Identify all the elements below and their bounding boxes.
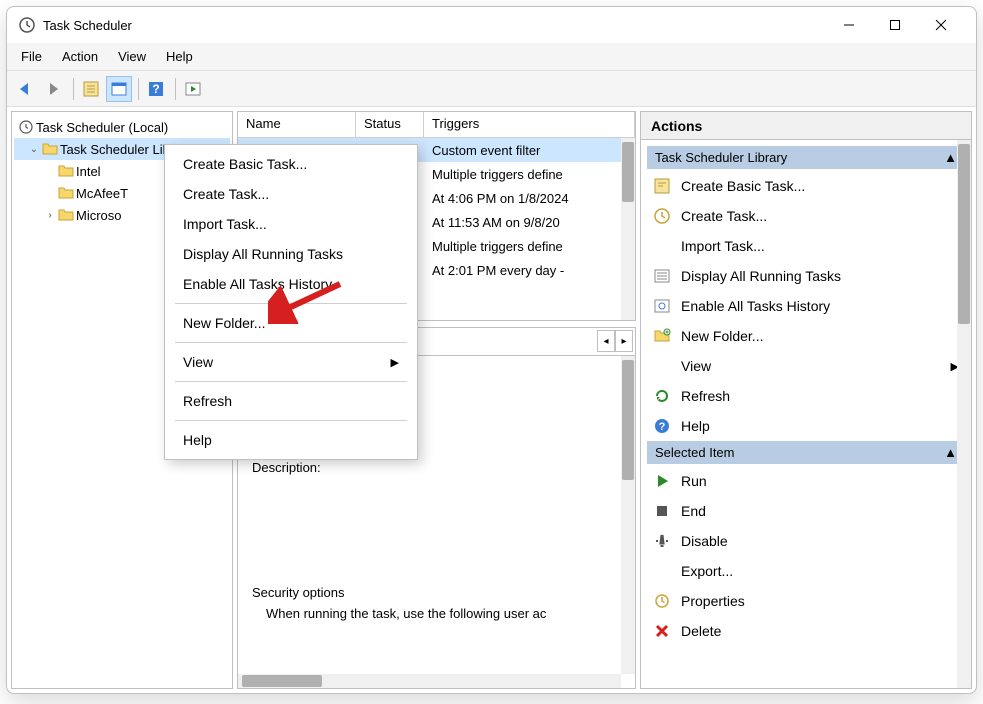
detail-scrollbar-h[interactable] bbox=[238, 674, 621, 688]
menu-help[interactable]: Help bbox=[156, 45, 203, 68]
refresh-icon bbox=[653, 387, 671, 405]
separator bbox=[175, 420, 407, 421]
blank-icon bbox=[653, 562, 671, 580]
ctx-display-all-running-tasks[interactable]: Display All Running Tasks bbox=[165, 239, 417, 269]
action-enable-all-tasks-history[interactable]: Enable All Tasks History bbox=[647, 291, 965, 321]
action-end[interactable]: End bbox=[647, 496, 965, 526]
action-create-basic-task-[interactable]: Create Basic Task... bbox=[647, 171, 965, 201]
svg-text:?: ? bbox=[659, 421, 666, 433]
folder-icon bbox=[58, 163, 74, 179]
disable-icon bbox=[653, 532, 671, 550]
toolbar-calendar-button[interactable] bbox=[106, 76, 132, 102]
tab-scroll-left[interactable]: ◂ bbox=[597, 330, 615, 352]
toolbar-run-button[interactable] bbox=[180, 76, 206, 102]
ctx-help[interactable]: Help bbox=[165, 425, 417, 455]
action-refresh[interactable]: Refresh bbox=[647, 381, 965, 411]
tree-root[interactable]: Task Scheduler (Local) bbox=[14, 116, 230, 138]
ctx-import-task-[interactable]: Import Task... bbox=[165, 209, 417, 239]
tree-child-label: Microso bbox=[76, 208, 122, 223]
run-icon bbox=[653, 472, 671, 490]
action-delete[interactable]: Delete bbox=[647, 616, 965, 646]
context-menu: Create Basic Task...Create Task...Import… bbox=[164, 144, 418, 460]
action-create-task-[interactable]: Create Task... bbox=[647, 201, 965, 231]
ctx-enable-all-tasks-history[interactable]: Enable All Tasks History bbox=[165, 269, 417, 299]
action-new-folder-[interactable]: New Folder... bbox=[647, 321, 965, 351]
titlebar: Task Scheduler bbox=[7, 7, 976, 43]
collapse-icon: ▲ bbox=[944, 445, 957, 460]
ctx-refresh[interactable]: Refresh bbox=[165, 386, 417, 416]
tree-child-label: Intel bbox=[76, 164, 101, 179]
window: Task Scheduler File Action View Help ? T… bbox=[6, 6, 977, 694]
maximize-button[interactable] bbox=[872, 9, 918, 41]
separator bbox=[175, 303, 407, 304]
menu-view[interactable]: View bbox=[108, 45, 156, 68]
collapse-icon: ▲ bbox=[944, 150, 957, 165]
history-icon bbox=[653, 297, 671, 315]
detail-desc-label: Description: bbox=[252, 460, 621, 475]
actions-pane: Actions Task Scheduler Library ▲ Create … bbox=[640, 111, 972, 689]
action-run[interactable]: Run bbox=[647, 466, 965, 496]
task-scheduler-icon bbox=[19, 17, 35, 33]
ctx-create-basic-task-[interactable]: Create Basic Task... bbox=[165, 149, 417, 179]
minimize-button[interactable] bbox=[826, 9, 872, 41]
action-group-library[interactable]: Task Scheduler Library ▲ bbox=[647, 146, 965, 169]
action-help[interactable]: ?Help bbox=[647, 411, 965, 441]
toolbar: ? bbox=[7, 71, 976, 107]
caret-icon: ⌄ bbox=[28, 144, 40, 155]
menu-file[interactable]: File bbox=[11, 45, 52, 68]
end-icon bbox=[653, 502, 671, 520]
tree-root-label: Task Scheduler (Local) bbox=[36, 120, 168, 135]
folder-icon bbox=[42, 141, 58, 157]
detail-sec-label: Security options bbox=[252, 585, 621, 600]
ctx-new-folder-[interactable]: New Folder... bbox=[165, 308, 417, 338]
grid-scrollbar[interactable] bbox=[621, 138, 635, 320]
folder-icon bbox=[58, 207, 74, 223]
action-display-all-running-tasks[interactable]: Display All Running Tasks bbox=[647, 261, 965, 291]
detail-sec-text: When running the task, use the following… bbox=[252, 606, 621, 621]
delete-icon bbox=[653, 622, 671, 640]
menu-action[interactable]: Action bbox=[52, 45, 108, 68]
caret-icon: › bbox=[44, 210, 56, 221]
ctx-create-task-[interactable]: Create Task... bbox=[165, 179, 417, 209]
detail-scrollbar-v[interactable] bbox=[621, 356, 635, 674]
col-status[interactable]: Status bbox=[356, 112, 424, 137]
back-button[interactable] bbox=[13, 76, 39, 102]
window-title: Task Scheduler bbox=[43, 18, 826, 33]
col-name[interactable]: Name bbox=[238, 112, 356, 137]
actions-header: Actions bbox=[641, 112, 971, 140]
tab-scroll-right[interactable]: ▸ bbox=[615, 330, 633, 352]
action-group-selected[interactable]: Selected Item ▲ bbox=[647, 441, 965, 464]
wizard-icon bbox=[653, 177, 671, 195]
help-icon: ? bbox=[653, 417, 671, 435]
props-icon bbox=[653, 592, 671, 610]
close-button[interactable] bbox=[918, 9, 964, 41]
menubar: File Action View Help bbox=[7, 43, 976, 71]
actions-scrollbar[interactable] bbox=[957, 140, 971, 688]
list-icon bbox=[653, 267, 671, 285]
tree-child-label: McAfeeT bbox=[76, 186, 128, 201]
action-import-task-[interactable]: Import Task... bbox=[647, 231, 965, 261]
blank-icon bbox=[653, 357, 671, 375]
action-properties[interactable]: Properties bbox=[647, 586, 965, 616]
ctx-view[interactable]: View▶ bbox=[165, 347, 417, 377]
clock-icon bbox=[653, 207, 671, 225]
action-view[interactable]: View▶ bbox=[647, 351, 965, 381]
col-triggers[interactable]: Triggers bbox=[424, 112, 635, 137]
folder-new-icon bbox=[653, 327, 671, 345]
toolbar-help-button[interactable]: ? bbox=[143, 76, 169, 102]
folder-icon bbox=[58, 185, 74, 201]
action-disable[interactable]: Disable bbox=[647, 526, 965, 556]
blank-icon bbox=[653, 237, 671, 255]
task-scheduler-icon bbox=[18, 119, 34, 135]
action-export-[interactable]: Export... bbox=[647, 556, 965, 586]
forward-button[interactable] bbox=[41, 76, 67, 102]
svg-text:?: ? bbox=[152, 82, 159, 96]
separator bbox=[175, 342, 407, 343]
separator bbox=[175, 381, 407, 382]
toolbar-action-button[interactable] bbox=[78, 76, 104, 102]
submenu-arrow-icon: ▶ bbox=[391, 356, 399, 369]
